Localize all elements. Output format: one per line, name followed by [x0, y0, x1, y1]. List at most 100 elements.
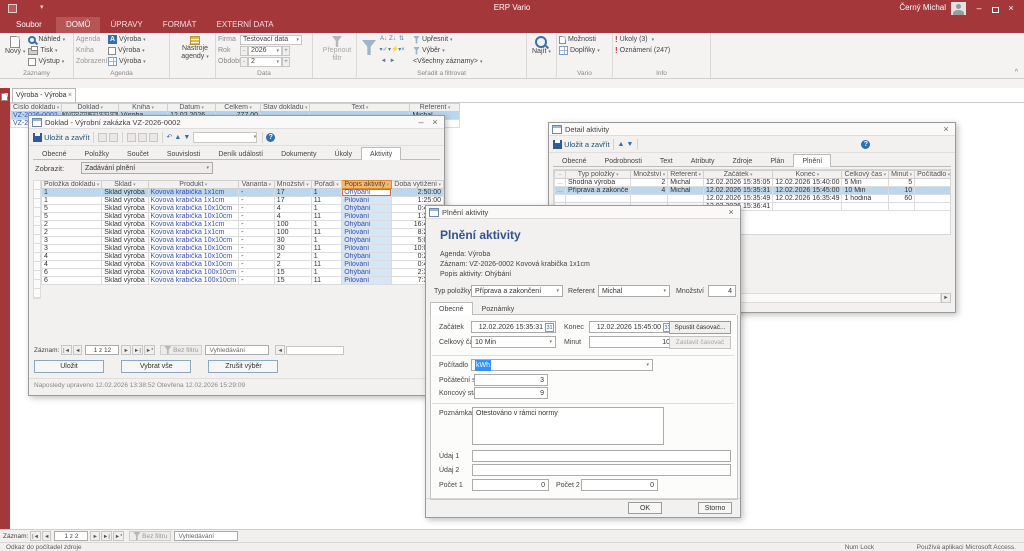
scroll-right-icon[interactable]: ► [941, 293, 951, 303]
zobrazeni-combo[interactable]: Výroba [119, 58, 141, 65]
options-button[interactable]: Možnosti [559, 34, 600, 45]
form-tab[interactable]: Zdroje [723, 154, 761, 167]
column-header[interactable]: Celkový čas [842, 171, 889, 179]
column-header[interactable]: Popis aktivity [342, 181, 392, 189]
column-header[interactable]: Referent [410, 104, 460, 112]
pocet1-input[interactable]: 0 [472, 479, 549, 491]
save-button[interactable]: Uložit [34, 360, 104, 373]
clear-selection-button[interactable]: Zrušit výběr [208, 360, 278, 373]
minut-input[interactable]: 10 [589, 336, 674, 348]
table-row[interactable]: 5Sklad výrobaKovová krabička 10x10cm-411… [42, 213, 444, 221]
table-row[interactable]: 2Sklad výrobaKovová krabička 1x1cm-1001O… [42, 221, 444, 229]
dialog-minimize-button[interactable]: – [414, 116, 428, 129]
form-tab[interactable]: Plnění [793, 154, 831, 167]
table-row[interactable]: 4Sklad výrobaKovová krabička 10x10cm-21O… [42, 253, 444, 261]
advanced-filter-button[interactable]: Upřesnit▾ [413, 34, 483, 45]
form-tab[interactable]: Podrobnosti [596, 154, 651, 167]
agenda-combo[interactable]: Výroba [119, 36, 141, 43]
form-tab[interactable]: Úkoly [325, 147, 361, 160]
dialog-title-bar[interactable]: Doklad - Výrobní zakázka VZ-2026-0002 – … [29, 116, 444, 129]
find-button[interactable]: Najít ▾ [529, 34, 554, 57]
column-header[interactable]: Referent [668, 171, 704, 179]
move-up-icon[interactable]: ▲ [174, 134, 181, 141]
udaj1-input[interactable] [472, 450, 731, 462]
column-header[interactable]: Začátek [704, 171, 773, 179]
table-row[interactable]: 6Sklad výrobaKovová krabička 100x10cm-15… [42, 277, 444, 285]
save-close-button[interactable]: Uložit a zavřít [44, 133, 89, 142]
all-records-combo[interactable]: <Všechny záznamy>▾ [413, 56, 483, 67]
close-tab-icon[interactable]: × [68, 89, 72, 103]
obdobi-value[interactable]: 2▾ [248, 57, 282, 67]
column-header[interactable]: Množství [274, 181, 311, 189]
ribbon-tab[interactable]: EXTERNÍ DATA [207, 17, 284, 33]
row-selector-strip[interactable] [33, 180, 41, 299]
celkovy-combo[interactable]: 10 Min▾ [471, 336, 556, 348]
document-tab[interactable]: Výroba - Výroba × [12, 88, 76, 103]
column-header[interactable]: Varianta [239, 181, 275, 189]
typ-combo[interactable]: Příprava a zakončení▾ [471, 285, 563, 297]
next-record-icon[interactable]: ► [388, 57, 397, 66]
column-header[interactable]: Datum [168, 104, 216, 112]
column-header[interactable]: Konec [773, 171, 842, 179]
column-header[interactable]: Počítadlo [915, 171, 951, 179]
pocet2-input[interactable]: 0 [581, 479, 658, 491]
remove-sort-icon[interactable]: ⇅ [397, 35, 406, 44]
copy-icon[interactable] [127, 133, 136, 142]
cancel-button[interactable]: Storno [698, 502, 732, 514]
pocitadlo-combo[interactable]: kWh▾ [471, 359, 653, 371]
restore-button[interactable] [988, 2, 1002, 14]
help-icon[interactable]: ? [266, 133, 275, 142]
filter-advanced-icon[interactable]: ▾⚡ [388, 46, 397, 55]
search-input[interactable]: Vyhledávání [174, 531, 238, 541]
scroll-left-icon[interactable]: ◄ [275, 345, 284, 355]
user-name[interactable]: Černý Michal [899, 3, 946, 12]
last-record-button[interactable]: ►| [101, 531, 112, 541]
poznamka-textarea[interactable]: Otestováno v rámci normy [472, 407, 664, 445]
table-row[interactable]: …Příprava a zakonče4Michal12.02.2026 15:… [555, 187, 952, 195]
column-header[interactable] [555, 171, 566, 179]
record-position[interactable]: 1 z 12 [85, 345, 119, 355]
mnozstvi-input[interactable]: 4 [708, 285, 736, 297]
move-down-icon[interactable]: ▼ [183, 134, 190, 141]
notifications-button[interactable]: ! Oznámení (247) [615, 45, 670, 56]
minimize-button[interactable]: – [972, 2, 986, 14]
first-record-button[interactable]: |◄ [30, 531, 41, 541]
form-tab[interactable]: Deník událostí [209, 147, 272, 160]
next-record-button[interactable]: ► [121, 345, 130, 355]
record-combo[interactable]: ▾ [193, 132, 257, 143]
table-row[interactable]: 6Sklad výrobaKovová krabička 100x10cm-15… [42, 269, 444, 277]
form-tab[interactable]: Obecné [33, 147, 76, 160]
rok-plus-button[interactable]: + [282, 46, 290, 56]
pocatecni-input[interactable]: 3 [474, 374, 548, 386]
table-row[interactable]: 3Sklad výrobaKovová krabička 10x10cm-301… [42, 245, 444, 253]
previous-record-icon[interactable]: ◄ [379, 57, 388, 66]
ribbon-tab[interactable]: FORMÁT [153, 17, 207, 33]
form-tab[interactable]: Součet [118, 147, 158, 160]
ok-button[interactable]: OK [628, 502, 662, 514]
form-tab[interactable]: Dokumenty [272, 147, 325, 160]
obdobi-minus-button[interactable]: - [240, 57, 248, 67]
table-row[interactable]: …Shodná výroba2Michal12.02.2026 15:35:05… [555, 179, 952, 187]
ribbon-tab[interactable]: DOMŮ [56, 17, 100, 33]
table-row[interactable]: 1Sklad výrobaKovová krabička 1x1cm-171Oh… [42, 189, 444, 197]
form-tab[interactable]: Aktivity [361, 147, 401, 160]
udaj2-input[interactable] [472, 464, 731, 476]
tasks-button[interactable]: ! Úkoly (3) ▾ [615, 34, 670, 45]
table-row[interactable]: 1Sklad výrobaKovová krabička 1x1cm-1711P… [42, 197, 444, 205]
save-close-button[interactable]: Uložit a zavřít [564, 140, 609, 149]
nav-pane-strip[interactable] [0, 88, 10, 529]
first-record-button[interactable]: |◄ [61, 345, 72, 355]
form-tab[interactable]: Atributy [682, 154, 724, 167]
ribbon-tab[interactable]: ÚPRAVY [100, 17, 152, 33]
column-header[interactable]: Stav dokladu [261, 104, 310, 112]
obdobi-plus-button[interactable]: + [282, 57, 290, 67]
filter-clear-icon[interactable]: ▾× [397, 46, 406, 55]
column-header[interactable]: Položka dokladu [42, 181, 102, 189]
sort-ascending-icon[interactable]: A↓ [379, 35, 388, 44]
new-record-button[interactable]: ►* [113, 531, 125, 541]
calendar-icon[interactable]: 31 [545, 323, 554, 332]
dialog-title-bar[interactable]: Plnění aktivity × [426, 206, 740, 219]
column-header[interactable]: Pořadí [311, 181, 342, 189]
table-row[interactable]: 2Sklad výrobaKovová krabička 1x1cm-10011… [42, 229, 444, 237]
new-record-button[interactable]: ►* [144, 345, 156, 355]
